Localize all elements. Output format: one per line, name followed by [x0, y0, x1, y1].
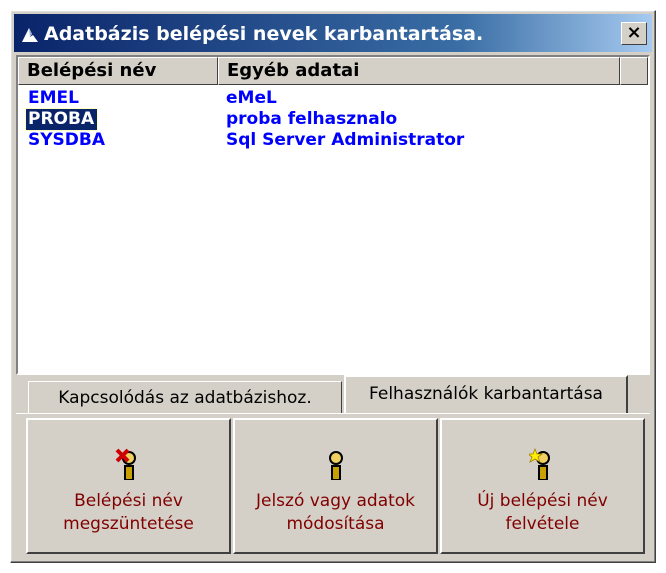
- user-details: proba felhasznalo: [226, 109, 398, 129]
- list-item[interactable]: EMEL eMeL: [18, 88, 648, 109]
- tab-strip: Kapcsolódás az adatbázishoz. Felhasználó…: [16, 375, 650, 415]
- user-add-icon: [528, 448, 550, 480]
- users-list[interactable]: Belépési név Egyéb adatai EMEL eMeL PROB…: [16, 55, 650, 375]
- tab-connection[interactable]: Kapcsolódás az adatbázishoz.: [28, 381, 342, 413]
- user-delete-icon: [115, 448, 136, 480]
- column-header-login[interactable]: Belépési név: [18, 57, 218, 85]
- modify-user-label: Jelszó vagy adatok módosítása: [255, 491, 416, 534]
- dialog-window: Adatbázis belépési nevek karbantartása. …: [10, 10, 656, 563]
- close-icon: ×: [626, 22, 642, 43]
- user-details: eMeL: [226, 88, 277, 108]
- delete-login-button[interactable]: Belépési név megszüntetése: [26, 418, 231, 554]
- tab-panel: Belépési név megszüntetése Jelszó vagy a…: [16, 413, 650, 558]
- add-login-label: Új belépési név felvétele: [477, 491, 608, 534]
- add-login-button[interactable]: Új belépési név felvétele: [440, 418, 645, 554]
- tab-user-maintenance[interactable]: Felhasználók karbantartása: [344, 375, 628, 413]
- column-header-details[interactable]: Egyéb adatai: [218, 57, 620, 85]
- login-name: SYSDBA: [28, 130, 106, 150]
- user-icon: [328, 451, 343, 480]
- close-button[interactable]: ×: [621, 22, 647, 45]
- delete-login-label: Belépési név megszüntetése: [63, 491, 194, 534]
- column-header-filler: [620, 57, 648, 85]
- login-name: PROBA: [24, 108, 99, 131]
- modify-user-button[interactable]: Jelszó vagy adatok módosítása: [233, 418, 438, 554]
- list-item-selected[interactable]: PROBA proba felhasznalo: [18, 108, 648, 131]
- app-icon: [22, 28, 38, 42]
- window-title: Adatbázis belépési nevek karbantartása.: [44, 23, 484, 45]
- list-item[interactable]: SYSDBA Sql Server Administrator: [18, 130, 648, 151]
- login-name: EMEL: [28, 88, 79, 108]
- title-bar[interactable]: Adatbázis belépési nevek karbantartása. …: [14, 14, 652, 52]
- user-details: Sql Server Administrator: [226, 130, 465, 150]
